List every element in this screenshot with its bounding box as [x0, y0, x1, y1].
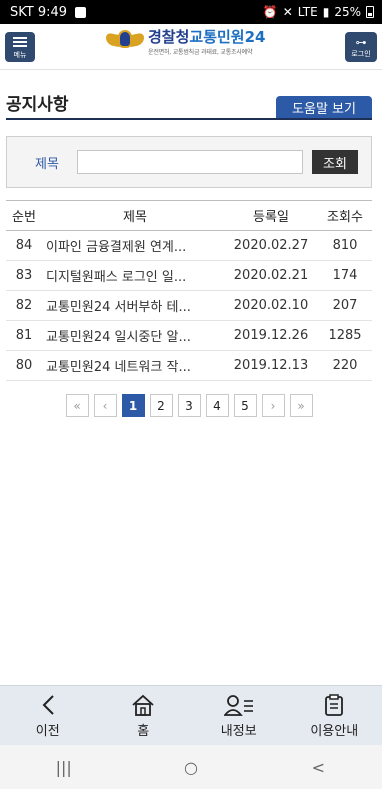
status-bar: SKT 9:49 ⏰ ✕ LTE ▮ 25%	[0, 0, 382, 24]
police-emblem-icon	[106, 28, 144, 54]
pagination: « ‹ 1 2 3 4 5 › »	[0, 394, 382, 417]
row-views: 220	[318, 350, 372, 381]
logo-title-prefix: 경찰청	[148, 28, 190, 46]
row-no: 82	[6, 290, 42, 321]
bottom-nav: 이전 홈 내정보 이용안내	[0, 685, 382, 745]
signal-icon: ▮	[322, 5, 330, 19]
guide-clipboard-icon	[324, 693, 344, 717]
page-button-3[interactable]: 3	[177, 394, 201, 417]
page-title: 공지사항	[6, 95, 69, 115]
login-button[interactable]: ⊶ 로그인	[345, 32, 377, 62]
table-header-row: 순번 제목 등록일 조회수	[6, 200, 372, 231]
table-row[interactable]: 83 디지털원패스 로그인 일... 2020.02.21 174	[6, 260, 372, 291]
nav-guide-label: 이용안내	[310, 723, 359, 739]
nav-myinfo-button[interactable]: 내정보	[191, 686, 287, 745]
site-logo[interactable]: 경찰청교통민원24 운전면허, 교통범칙금 과태료, 교통조사예약	[106, 28, 265, 56]
nav-home-label: 홈	[137, 723, 150, 739]
page-button-1[interactable]: 1	[121, 394, 145, 417]
row-date: 2020.02.27	[224, 230, 318, 261]
prev-page-button[interactable]: ‹	[93, 394, 117, 417]
table-row[interactable]: 80 교통민원24 네트워크 작... 2019.12.13 220	[6, 350, 372, 381]
recent-apps-button[interactable]: |||	[34, 758, 94, 777]
nav-back-button[interactable]: 이전	[0, 686, 96, 745]
table-row[interactable]: 81 교통민원24 일시중단 알... 2019.12.26 1285	[6, 320, 372, 351]
user-info-icon	[223, 693, 254, 717]
row-views: 207	[318, 290, 372, 321]
row-title-link[interactable]: 교통민원24 네트워크 작...	[42, 350, 224, 381]
header-no: 순번	[6, 200, 42, 231]
logo-subtitle: 운전면허, 교통범칙금 과태료, 교통조사예약	[148, 49, 253, 56]
next-page-button[interactable]: ›	[261, 394, 285, 417]
row-views: 810	[318, 230, 372, 261]
battery-icon	[366, 6, 374, 18]
hamburger-icon	[13, 35, 27, 49]
menu-label: 메뉴	[13, 51, 27, 59]
row-no: 83	[6, 260, 42, 291]
logo-title-accent: 교통민원24	[189, 28, 266, 46]
header-title: 제목	[42, 200, 224, 231]
notice-table: 순번 제목 등록일 조회수 84 이파인 금융결제원 연계... 2020.02…	[6, 200, 372, 381]
row-date: 2019.12.13	[224, 350, 318, 381]
row-date: 2019.12.26	[224, 320, 318, 351]
row-no: 80	[6, 350, 42, 381]
mute-icon: ✕	[282, 5, 293, 19]
page-button-2[interactable]: 2	[149, 394, 173, 417]
title-divider	[6, 118, 372, 120]
system-nav-bar: ||| ○ <	[0, 745, 382, 789]
row-no: 81	[6, 320, 42, 351]
notification-icon	[75, 6, 87, 18]
page-button-4[interactable]: 4	[205, 394, 229, 417]
nav-home-button[interactable]: 홈	[96, 686, 192, 745]
row-date: 2020.02.10	[224, 290, 318, 321]
nav-myinfo-label: 내정보	[220, 723, 257, 739]
search-panel: 제목 조회	[6, 136, 372, 188]
logo-title: 경찰청교통민원24	[148, 28, 265, 47]
first-page-button[interactable]: «	[65, 394, 89, 417]
nav-guide-button[interactable]: 이용안내	[287, 686, 382, 745]
network-type: LTE	[297, 5, 318, 19]
login-label: 로그인	[351, 49, 371, 58]
header-views: 조회수	[318, 200, 372, 231]
alarm-icon: ⏰	[262, 5, 278, 19]
last-page-button[interactable]: »	[289, 394, 313, 417]
title-row: 공지사항 도움말 보기	[0, 70, 382, 120]
app-header: 메뉴 경찰청교통민원24 운전면허, 교통범칙금 과태료, 교통조사예약 ⊶ 로…	[0, 24, 382, 70]
home-system-button[interactable]: ○	[161, 758, 221, 777]
help-button[interactable]: 도움말 보기	[276, 96, 372, 119]
row-title-link[interactable]: 교통민원24 일시중단 알...	[42, 320, 224, 351]
back-system-button[interactable]: <	[288, 758, 348, 777]
row-no: 84	[6, 230, 42, 261]
page-button-5[interactable]: 5	[233, 394, 257, 417]
menu-button[interactable]: 메뉴	[5, 32, 35, 62]
back-arrow-icon	[41, 693, 55, 717]
search-input[interactable]	[77, 150, 303, 174]
search-label: 제목	[35, 156, 59, 172]
nav-back-label: 이전	[35, 723, 60, 739]
battery-percent: 25%	[334, 5, 361, 19]
row-title-link[interactable]: 교통민원24 서버부하 테...	[42, 290, 224, 321]
search-button[interactable]: 조회	[312, 150, 358, 174]
header-date: 등록일	[224, 200, 318, 231]
row-views: 174	[318, 260, 372, 291]
row-title-link[interactable]: 디지털원패스 로그인 일...	[42, 260, 224, 291]
status-time: SKT 9:49	[10, 4, 68, 20]
row-title-link[interactable]: 이파인 금융결제원 연계...	[42, 230, 224, 261]
row-views: 1285	[318, 320, 372, 351]
table-row[interactable]: 84 이파인 금융결제원 연계... 2020.02.27 810	[6, 230, 372, 261]
key-icon: ⊶	[355, 35, 367, 49]
table-row[interactable]: 82 교통민원24 서버부하 테... 2020.02.10 207	[6, 290, 372, 321]
home-icon	[131, 693, 155, 717]
row-date: 2020.02.21	[224, 260, 318, 291]
